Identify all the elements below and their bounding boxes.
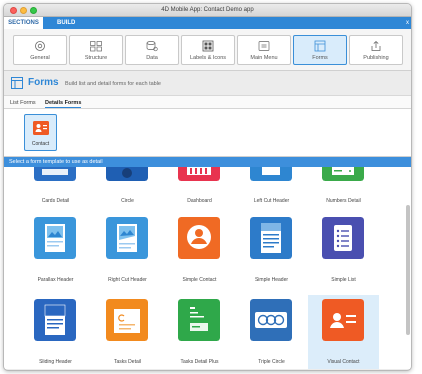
template-name: Tasks Detail — [114, 359, 141, 365]
template-right-cut-header[interactable]: Right Cut Header — [92, 213, 163, 291]
section-label: Structure — [84, 55, 108, 61]
section-label: Main Menu — [250, 55, 278, 61]
template-tasks-detail-plus[interactable]: Tasks Detail Plus — [164, 295, 235, 369]
template-simple-list[interactable]: Simple List — [308, 213, 379, 291]
template-grid-scrollbar[interactable] — [406, 205, 410, 335]
section-main-menu-button[interactable]: Main Menu — [237, 35, 291, 65]
template-cards-detail[interactable]: Cards Detail — [20, 167, 91, 209]
menu-icon — [258, 41, 270, 51]
template-grid: Cards Detail Circle Dashboard Left Cut H… — [4, 167, 411, 369]
numbers-detail-icon — [322, 167, 364, 181]
template-name: Simple Header — [254, 277, 289, 283]
template-sliding-header[interactable]: Sliding Header — [20, 295, 91, 369]
template-name: Left Cut Header — [253, 198, 290, 204]
publish-icon — [371, 40, 381, 51]
tables-list: Contact — [4, 109, 411, 157]
template-name: Numbers Detail — [326, 198, 361, 204]
template-dashboard[interactable]: Dashboard — [164, 167, 235, 209]
sliding-header-icon — [34, 299, 76, 341]
tasks-detail-plus-icon — [178, 299, 220, 341]
parallax-header-icon — [34, 217, 76, 259]
simple-header-icon — [250, 217, 292, 259]
forms-header: Forms Build list and detail forms for ea… — [4, 71, 411, 96]
database-icon — [146, 41, 158, 52]
template-parallax-header[interactable]: Parallax Header — [20, 213, 91, 291]
forms-icon — [314, 40, 326, 52]
left-cut-header-icon — [250, 167, 292, 181]
tab-details-forms[interactable]: Details Forms — [45, 100, 82, 108]
section-label: Data — [146, 55, 158, 61]
section-label: Publishing — [363, 55, 389, 61]
page-title: Forms — [28, 77, 59, 88]
tasks-detail-icon — [106, 299, 148, 341]
app-window: 4D Mobile App: Contact Demo app SECTIONS… — [3, 3, 412, 371]
tab-build[interactable]: BUILD — [49, 17, 83, 29]
tab-list-forms[interactable]: List Forms — [10, 100, 36, 106]
circle-icon — [106, 167, 148, 181]
page-description: Build list and detail forms for each tab… — [65, 81, 161, 87]
forms-icon — [11, 77, 23, 89]
template-name: Sliding Header — [39, 359, 72, 365]
title-bar: 4D Mobile App: Contact Demo app — [4, 4, 411, 17]
tab-sections[interactable]: SECTIONS — [4, 17, 43, 29]
template-name: Tasks Detail Plus — [180, 359, 219, 365]
template-simple-header[interactable]: Simple Header — [236, 213, 307, 291]
template-circle[interactable]: Circle — [92, 167, 163, 209]
template-name: Right Cut Header — [108, 277, 147, 283]
template-prompt: Select a form template to use as detail — [4, 157, 411, 167]
section-label: General — [30, 55, 50, 61]
template-name: Simple Contact — [182, 277, 217, 283]
section-data-button[interactable]: Data — [125, 35, 179, 65]
contact-card-icon — [33, 121, 49, 135]
right-cut-header-icon — [106, 217, 148, 259]
triple-circle-icon — [250, 299, 292, 341]
top-tab-bar: SECTIONS BUILD x — [4, 17, 411, 29]
simple-list-icon — [322, 217, 364, 259]
template-name: Visual Contact — [327, 359, 360, 365]
structure-icon — [90, 41, 102, 52]
section-label: Labels & Icons — [189, 55, 227, 61]
template-left-cut-header[interactable]: Left Cut Header — [236, 167, 307, 209]
cards-detail-icon — [34, 167, 76, 181]
template-triple-circle[interactable]: Triple Circle — [236, 295, 307, 369]
dashboard-icon — [178, 167, 220, 181]
template-name: Simple List — [331, 277, 356, 283]
table-label: Contact — [31, 141, 50, 147]
template-name: Parallax Header — [37, 277, 74, 283]
form-type-tabs: List Forms Details Forms — [4, 96, 411, 109]
template-name: Circle — [121, 198, 134, 204]
simple-contact-icon — [178, 217, 220, 259]
close-icon[interactable]: x — [406, 20, 409, 26]
section-label: Forms — [312, 55, 328, 61]
template-name: Cards Detail — [41, 198, 70, 204]
template-tasks-detail[interactable]: Tasks Detail — [92, 295, 163, 369]
sections-toolbar: General Structure Data Labels & Icons Ma… — [4, 29, 411, 71]
section-general-button[interactable]: General — [13, 35, 67, 65]
section-forms-button[interactable]: Forms — [293, 35, 347, 65]
template-name: Dashboard — [187, 198, 212, 204]
template-name: Triple Circle — [258, 359, 285, 365]
visual-contact-icon — [322, 299, 364, 341]
gear-icon — [35, 41, 45, 51]
template-visual-contact[interactable]: Visual Contact — [308, 295, 379, 369]
labels-icon — [202, 40, 214, 52]
section-labels-icons-button[interactable]: Labels & Icons — [181, 35, 235, 65]
section-structure-button[interactable]: Structure — [69, 35, 123, 65]
table-item-contact[interactable]: Contact — [24, 114, 57, 151]
section-publishing-button[interactable]: Publishing — [349, 35, 403, 65]
window-title: 4D Mobile App: Contact Demo app — [161, 7, 254, 13]
template-numbers-detail[interactable]: Numbers Detail — [308, 167, 379, 209]
template-simple-contact[interactable]: Simple Contact — [164, 213, 235, 291]
